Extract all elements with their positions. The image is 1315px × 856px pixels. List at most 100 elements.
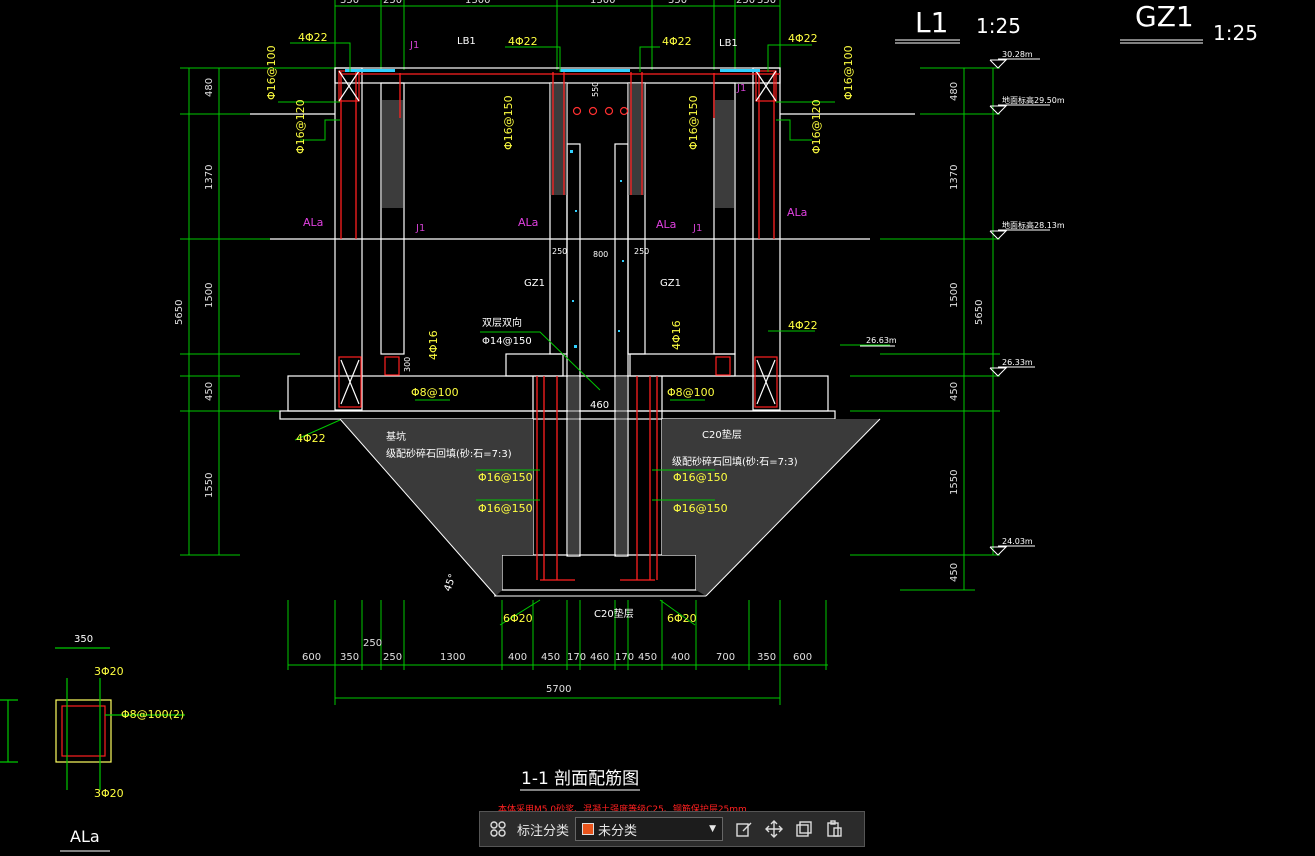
top-dim-3: 1300 xyxy=(590,0,615,6)
label-gz1-l: GZ1 xyxy=(524,278,545,289)
elevation-text: 30.28m 地面标高29.50m 地面标高28.13m 26.63m 26.3… xyxy=(866,50,1065,546)
left-dim-450: 450 xyxy=(204,382,215,401)
rebar-dots xyxy=(572,106,629,116)
backfill xyxy=(339,418,881,597)
bottom-dim-4: 400 xyxy=(508,652,527,663)
stirrup-c1: Φ16@150 xyxy=(502,95,515,150)
top-dim-0: 350 xyxy=(340,0,359,6)
right-dim-1370: 1370 xyxy=(949,165,960,190)
top-dim-5: 250 xyxy=(736,0,755,6)
detail-l1-scale: 1:25 xyxy=(976,14,1021,38)
bar-label-bl: 4Φ22 xyxy=(296,432,326,445)
annotation-yellow: 4Φ22 4Φ22 4Φ22 4Φ22 Φ16@100 Φ16@120 Φ16@… xyxy=(94,31,855,800)
category-selected: 未分类 xyxy=(598,823,638,839)
bottom-dim-7: 460 xyxy=(590,652,609,663)
bottom-dim-9: 450 xyxy=(638,652,657,663)
ala-1: ALa xyxy=(303,216,323,229)
label-c20-b: C20垫层 xyxy=(594,607,634,620)
bars-6-20-r: 6Φ20 xyxy=(667,612,697,625)
bottom-dim-12: 350 xyxy=(757,652,776,663)
detail-gz1-label: GZ1 xyxy=(1135,0,1194,33)
bottom-dim-11: 700 xyxy=(716,652,735,663)
bottom-total: 5700 xyxy=(546,684,571,695)
stirrup-bl1: Φ16@150 xyxy=(478,471,533,484)
detail-l1-label: L1 xyxy=(915,6,948,39)
right-dim-1500: 1500 xyxy=(949,283,960,308)
stirrup-br2: Φ16@150 xyxy=(673,502,728,515)
bottom-dim-5: 450 xyxy=(541,652,560,663)
left-dim-480: 480 xyxy=(204,78,215,97)
label-300: 300 xyxy=(403,357,412,372)
phi8-r: Φ8@100 xyxy=(667,386,715,399)
category-select[interactable]: 未分类 ▼ xyxy=(575,817,724,841)
label-mesh-spec: Φ14@150 xyxy=(482,336,532,347)
stirrup-l2: Φ16@120 xyxy=(294,99,307,154)
top-dim-1: 250 xyxy=(383,0,402,6)
elev-6: 24.03m xyxy=(1002,537,1033,546)
bottom-dim-3: 1300 xyxy=(440,652,465,663)
bar-label-tr: 4Φ22 xyxy=(788,32,818,45)
left-total: 5650 xyxy=(174,300,185,325)
section-title: 1-1 剖面配筋图 xyxy=(521,769,639,789)
leader-lines xyxy=(278,42,890,626)
detail-label: ALa xyxy=(70,827,100,846)
elev-2: 地面标高29.50m xyxy=(1002,95,1065,105)
bar-label-tcr: 4Φ22 xyxy=(662,35,692,48)
detail-width: 350 xyxy=(74,634,93,645)
detail-bottom-bars: 3Φ20 xyxy=(94,787,124,800)
bottom-dim-10: 400 xyxy=(671,652,690,663)
right-dimension-lines xyxy=(850,67,1000,591)
right-dim-480: 480 xyxy=(949,82,960,101)
bar-label-tcl: 4Φ22 xyxy=(508,35,538,48)
bars-4-16-r: 4Φ16 xyxy=(670,320,683,350)
stirrup-r2: Φ16@120 xyxy=(810,99,823,154)
bar-label-mr: 4Φ22 xyxy=(788,319,818,332)
bottom-extra: 250 xyxy=(363,638,382,649)
left-dim-1370: 1370 xyxy=(204,165,215,190)
move-icon[interactable] xyxy=(763,818,785,840)
edit-icon[interactable] xyxy=(733,818,755,840)
label-800: 800 xyxy=(593,250,608,259)
elev-5: 26.33m xyxy=(1002,358,1033,367)
ala-2: ALa xyxy=(518,216,538,229)
top-dim-6: 350 xyxy=(757,0,776,6)
label-250-r: 250 xyxy=(634,247,649,256)
bottom-dim-8: 170 xyxy=(615,652,634,663)
bars-6-20-l: 6Φ20 xyxy=(503,612,533,625)
stirrup-br1: Φ16@150 xyxy=(673,471,728,484)
top-dim-4: 350 xyxy=(668,0,687,6)
bar-label-tl: 4Φ22 xyxy=(298,31,328,44)
cad-canvas[interactable]: 480 1370 1500 450 1550 5650 480 1370 150… xyxy=(0,0,1315,856)
label-fill-r: 级配砂碎石回填(砂:石=7:3) xyxy=(672,455,798,468)
label-j1-r: J1 xyxy=(736,83,746,94)
bottom-dim-2: 250 xyxy=(383,652,402,663)
stirrup-c2: Φ16@150 xyxy=(687,95,700,150)
bottom-dim-6: 170 xyxy=(567,652,586,663)
label-460: 460 xyxy=(590,400,609,411)
stirrup-l1: Φ16@100 xyxy=(265,45,278,100)
chevron-down-icon: ▼ xyxy=(709,824,717,834)
label-c20: C20垫层 xyxy=(702,428,742,441)
left-dim-1550: 1550 xyxy=(204,473,215,498)
bottom-dim-0: 600 xyxy=(302,652,321,663)
label-gz1-r: GZ1 xyxy=(660,278,681,289)
label-lb1-r: LB1 xyxy=(719,38,738,49)
label-250-l: 250 xyxy=(552,247,567,256)
label-550: 550 xyxy=(591,82,600,97)
ala-4: ALa xyxy=(787,206,807,219)
elev-3: 地面标高28.13m xyxy=(1002,220,1065,230)
bottom-dim-1: 350 xyxy=(340,652,359,663)
top-dim-2: 1300 xyxy=(465,0,490,6)
label-j1-top: J1 xyxy=(409,40,419,51)
category-label: 标注分类 xyxy=(517,823,570,839)
grid-icon[interactable] xyxy=(487,818,509,840)
category-color-swatch xyxy=(582,823,595,835)
bottom-dim-13: 600 xyxy=(793,652,812,663)
label-j1-ml: J1 xyxy=(415,223,425,234)
paste-icon[interactable] xyxy=(823,818,845,840)
copy-icon[interactable] xyxy=(793,818,815,840)
label-lb1-l: LB1 xyxy=(457,36,476,47)
right-dim-450b: 450 xyxy=(949,563,960,582)
ala-3: ALa xyxy=(656,218,676,231)
top-dimension-lines xyxy=(334,0,781,70)
